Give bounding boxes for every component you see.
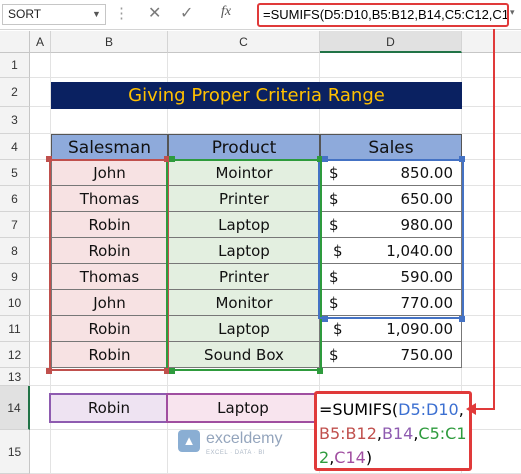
- row-header-11[interactable]: 11: [0, 316, 30, 342]
- column-header-a[interactable]: A: [30, 31, 51, 53]
- currency-symbol: $: [333, 320, 343, 338]
- sales-cell[interactable]: $1,090.00: [320, 316, 462, 342]
- arrow-line: [474, 408, 495, 410]
- row-header-12[interactable]: 12: [0, 342, 30, 368]
- formula-bar: SORT ▼ ⋮ ✕ ✓ fx =SUMIFS(D5:D10,B5:B12,B1…: [0, 0, 521, 30]
- column-header-b[interactable]: B: [51, 31, 168, 53]
- sales-amount: 1,090.00: [386, 320, 453, 338]
- formula-token: D5:D10: [398, 400, 459, 419]
- row-header-1[interactable]: 1: [0, 53, 30, 78]
- row-header-9[interactable]: 9: [0, 264, 30, 290]
- sheet-title[interactable]: Giving Proper Criteria Range: [51, 82, 462, 109]
- range-highlight-c5-c12: [166, 159, 322, 371]
- formula-token: B14: [381, 424, 414, 443]
- formula-input[interactable]: =SUMIFS(D5:D10,B5:B12,B14,C5:C12,C14): [257, 3, 509, 27]
- criteria-salesman-cell[interactable]: Robin: [49, 393, 169, 423]
- arrow-head-icon: [466, 403, 476, 415]
- range-highlight-d5-d10: [318, 159, 464, 319]
- insert-function-icon[interactable]: fx: [221, 4, 231, 20]
- header-product[interactable]: Product: [168, 134, 320, 160]
- header-salesman[interactable]: Salesman: [51, 134, 168, 160]
- chevron-down-icon[interactable]: ▼: [92, 9, 101, 19]
- cancel-icon[interactable]: ✕: [148, 3, 161, 23]
- row-header-8[interactable]: 8: [0, 238, 30, 264]
- arrow-line: [493, 29, 495, 410]
- exceldemy-logo-icon: ▲: [178, 430, 200, 452]
- row-header-6[interactable]: 6: [0, 186, 30, 212]
- column-header-e[interactable]: [462, 31, 521, 53]
- column-header-c[interactable]: C: [168, 31, 320, 53]
- criteria-product-cell[interactable]: Laptop: [166, 393, 320, 423]
- expand-formula-bar-icon[interactable]: ▾: [510, 7, 515, 18]
- row-header-3[interactable]: 3: [0, 107, 30, 134]
- formula-token: =SUMIFS(: [319, 400, 399, 419]
- row-header-4[interactable]: 4: [0, 134, 30, 160]
- select-all-corner[interactable]: [0, 31, 30, 53]
- row-header-15[interactable]: 15: [0, 430, 30, 474]
- range-handle[interactable]: [322, 156, 328, 162]
- range-handle[interactable]: [459, 156, 465, 162]
- formula-token: ): [365, 448, 373, 467]
- row-header-7[interactable]: 7: [0, 212, 30, 238]
- sales-amount: 750.00: [400, 346, 454, 364]
- range-handle[interactable]: [317, 368, 323, 374]
- name-box[interactable]: SORT: [2, 4, 106, 25]
- range-handle[interactable]: [46, 156, 52, 162]
- formula-edit-cell[interactable]: =SUMIFS(D5:D10,B5:B12,B14,C5:C12,C14): [314, 391, 472, 471]
- sales-cell[interactable]: $750.00: [320, 342, 462, 368]
- range-handle[interactable]: [169, 156, 175, 162]
- header-sales[interactable]: Sales: [320, 134, 462, 160]
- range-highlight-b5-b12: [49, 159, 169, 371]
- enter-check-icon[interactable]: ✓: [180, 3, 193, 23]
- watermark-brand: exceldemy: [206, 430, 283, 447]
- formula-token: C14: [334, 448, 366, 467]
- column-header-d[interactable]: D: [320, 31, 462, 53]
- currency-symbol: $: [329, 346, 339, 364]
- watermark-tagline: EXCEL · DATA · BI: [206, 450, 266, 456]
- row-header-5[interactable]: 5: [0, 160, 30, 186]
- range-handle[interactable]: [46, 368, 52, 374]
- row-header-13[interactable]: 13: [0, 368, 30, 386]
- range-handle[interactable]: [459, 316, 465, 322]
- range-handle[interactable]: [322, 316, 328, 322]
- more-options-icon[interactable]: ⋮: [114, 4, 129, 22]
- formula-token: ,: [458, 400, 464, 419]
- row-header-14[interactable]: 14: [0, 386, 30, 430]
- watermark: ▲ exceldemy EXCEL · DATA · BI: [178, 430, 328, 470]
- row-header-10[interactable]: 10: [0, 290, 30, 316]
- range-handle[interactable]: [169, 368, 175, 374]
- row-header-2[interactable]: 2: [0, 78, 30, 107]
